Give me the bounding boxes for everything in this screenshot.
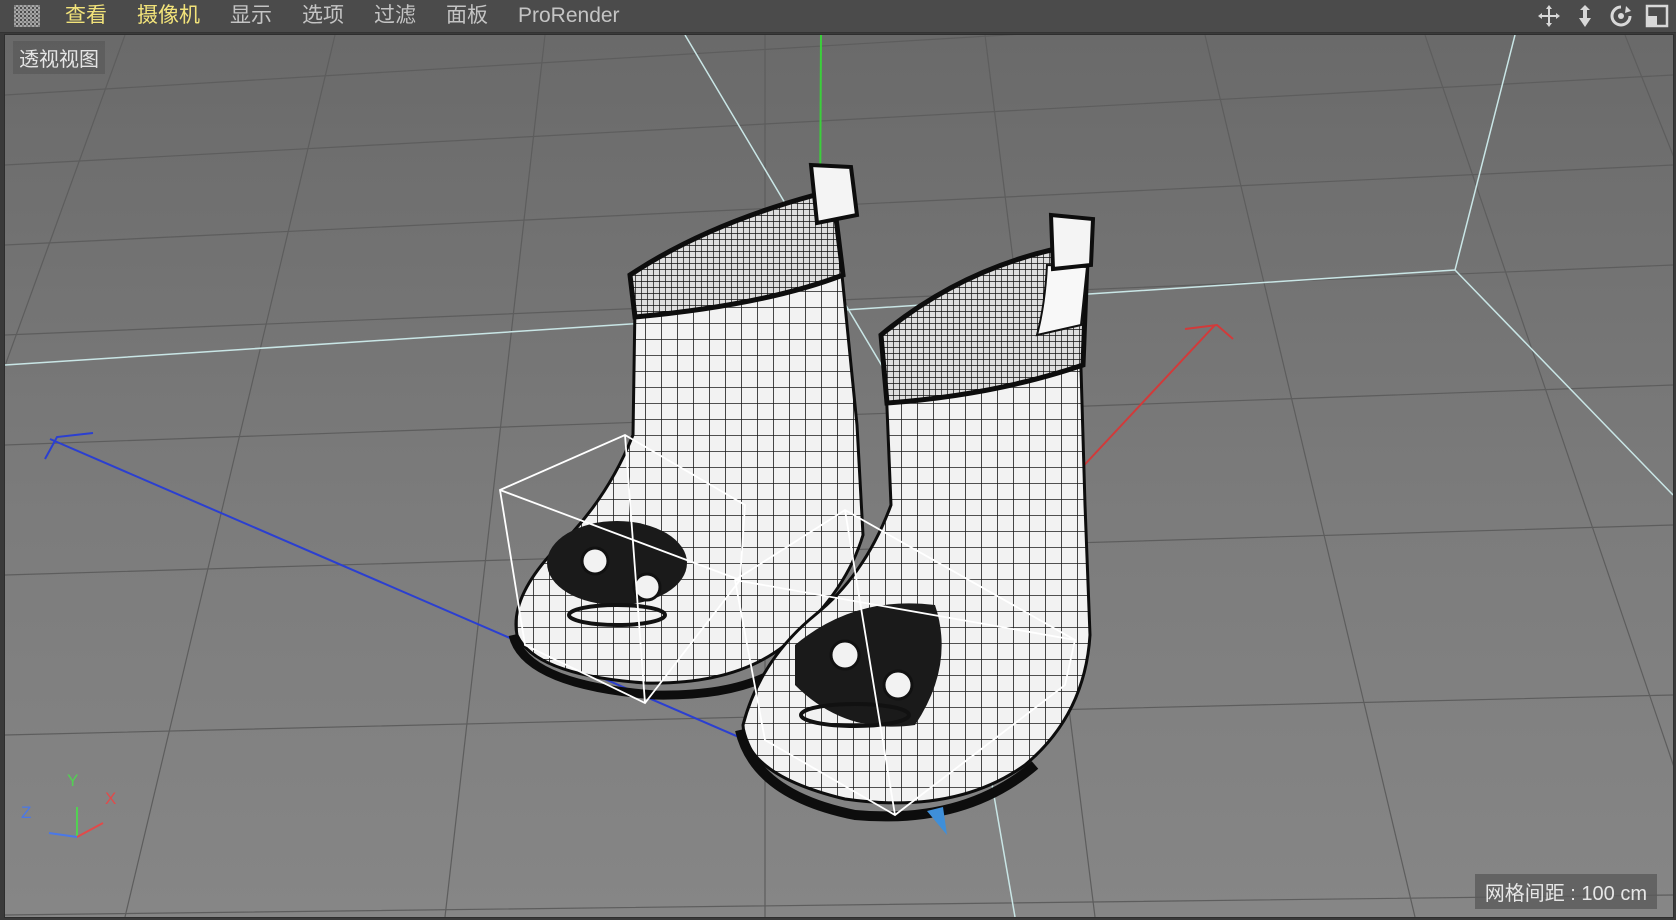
grid-spacing-readout: 网格间距 : 100 cm [1474, 874, 1657, 909]
menu-panel[interactable]: 面板 [431, 0, 503, 32]
viewport-name-label[interactable]: 透视视图 [13, 41, 105, 74]
world-axis-x [1074, 324, 1216, 476]
menu-camera[interactable]: 摄像机 [122, 0, 215, 32]
gizmo-z-label: Z [21, 803, 32, 822]
menu-prorender[interactable]: ProRender [503, 0, 635, 32]
view-navigation-tools [1536, 0, 1670, 32]
viewport-menubar: 查看 摄像机 显示 选项 过滤 面板 ProRender [0, 0, 1676, 33]
menu-display[interactable]: 显示 [215, 0, 287, 32]
menu-filter[interactable]: 过滤 [359, 0, 431, 32]
menu-options[interactable]: 选项 [287, 0, 359, 32]
viewport-scene[interactable] [5, 35, 1673, 917]
perspective-viewport[interactable]: 透视视图 Y X Z 网格间距 : 100 cm [4, 34, 1674, 918]
panel-grip-icon[interactable] [14, 5, 40, 27]
menu-view[interactable]: 查看 [50, 0, 122, 32]
orientation-gizmo: Y X Z [19, 771, 119, 867]
left-boot-mesh[interactable] [508, 162, 865, 700]
gizmo-x-label: X [105, 789, 117, 808]
rotate-view-icon[interactable] [1608, 3, 1634, 29]
maximize-view-icon[interactable] [1644, 3, 1670, 29]
dolly-view-icon[interactable] [1572, 3, 1598, 29]
gizmo-y-label: Y [67, 771, 79, 790]
move-view-icon[interactable] [1536, 3, 1562, 29]
